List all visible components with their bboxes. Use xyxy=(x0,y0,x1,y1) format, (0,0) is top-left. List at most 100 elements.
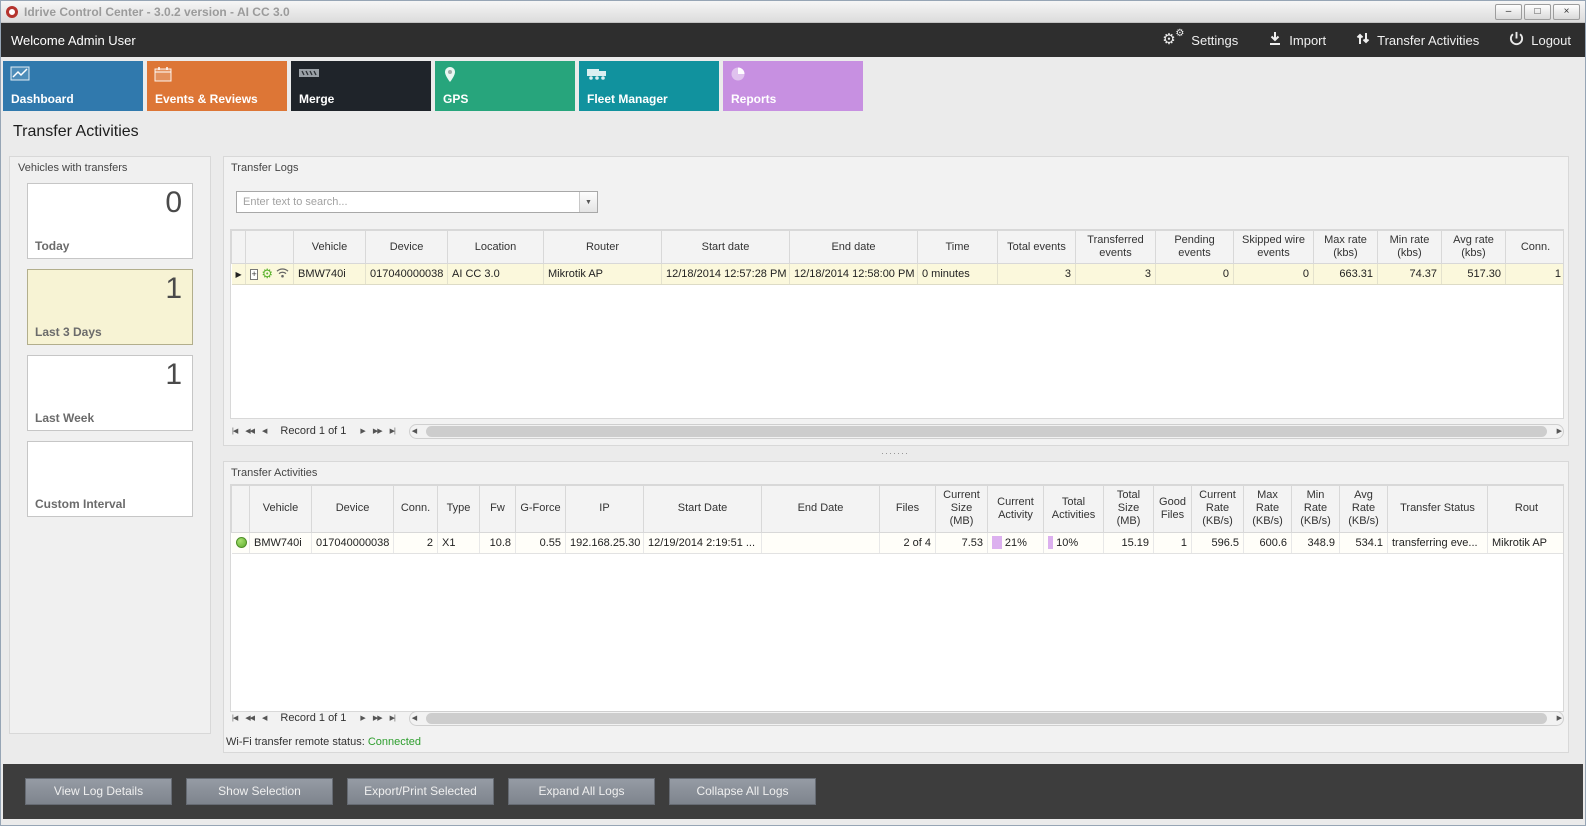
tile-events-reviews[interactable]: Events & Reviews xyxy=(147,61,287,111)
column-header[interactable]: Vehicle xyxy=(294,231,366,264)
cell-start-date: 12/18/2014 12:57:28 PM xyxy=(662,264,790,285)
card-last-3-days[interactable]: 1 Last 3 Days xyxy=(27,269,193,345)
column-header[interactable]: Max rate (kbs) xyxy=(1314,231,1378,264)
tile-label: Events & Reviews xyxy=(155,92,258,106)
prev-record-icon[interactable]: ◀ xyxy=(260,714,268,722)
logout-button[interactable]: Logout xyxy=(1509,31,1571,49)
scroll-right-icon[interactable]: ▶ xyxy=(1555,427,1563,435)
panel-splitter[interactable]: ······· xyxy=(881,448,909,458)
scrollbar-thumb[interactable] xyxy=(426,426,1547,437)
column-header[interactable]: Avg rate (kbs) xyxy=(1442,231,1506,264)
scroll-right-icon[interactable]: ▶ xyxy=(1555,714,1563,722)
next-page-icon[interactable]: ▶▶ xyxy=(371,427,384,435)
minimize-button[interactable]: – xyxy=(1495,4,1522,20)
column-header[interactable]: Start date xyxy=(662,231,790,264)
column-header[interactable]: Total Size (MB) xyxy=(1104,486,1154,533)
search-input[interactable] xyxy=(237,192,579,212)
column-header[interactable]: Total events xyxy=(998,231,1076,264)
next-record-icon[interactable]: ▶ xyxy=(358,714,366,722)
column-header[interactable]: End date xyxy=(790,231,918,264)
cell-gforce: 0.55 xyxy=(516,532,566,553)
column-header[interactable]: IP xyxy=(566,486,644,533)
card-today[interactable]: 0 Today xyxy=(27,183,193,259)
cell-current-rate: 596.5 xyxy=(1192,532,1244,553)
card-custom-interval[interactable]: Custom Interval xyxy=(27,441,193,517)
transfer-activities-button[interactable]: Transfer Activities xyxy=(1356,31,1479,49)
column-header[interactable]: Rout xyxy=(1488,486,1565,533)
column-header[interactable]: Current Activity xyxy=(988,486,1044,533)
cell-transfer-status: transferring eve... xyxy=(1388,532,1488,553)
column-header[interactable]: Min Rate (KB/s) xyxy=(1292,486,1340,533)
collapse-all-logs-button[interactable]: Collapse All Logs xyxy=(669,778,816,805)
tile-dashboard[interactable]: Dashboard xyxy=(3,61,143,111)
column-header[interactable]: Files xyxy=(880,486,936,533)
cell-total-size: 15.19 xyxy=(1104,532,1154,553)
tile-merge[interactable]: Merge xyxy=(291,61,431,111)
table-row[interactable]: ▶ + ⚙ BMW740i 017040000038 AI CC 3.0 Mik… xyxy=(232,264,1565,285)
import-icon xyxy=(1268,31,1282,49)
column-header[interactable]: G-Force xyxy=(516,486,566,533)
wifi-status-value: Connected xyxy=(368,736,421,748)
column-header[interactable]: Good Files xyxy=(1154,486,1192,533)
view-log-details-button[interactable]: View Log Details xyxy=(25,778,172,805)
search-dropdown-button[interactable]: ▼ xyxy=(579,192,597,212)
tile-reports[interactable]: Reports xyxy=(723,61,863,111)
column-header[interactable]: Start Date xyxy=(644,486,762,533)
column-header[interactable]: Device xyxy=(312,486,394,533)
column-header[interactable]: Device xyxy=(366,231,448,264)
cell-vehicle: BMW740i xyxy=(250,532,312,553)
column-header[interactable]: Transfer Status xyxy=(1388,486,1488,533)
transfer-logs-panel: Transfer Logs ▼ V xyxy=(223,156,1569,446)
column-header[interactable]: Current Size (MB) xyxy=(936,486,988,533)
card-last-week[interactable]: 1 Last Week xyxy=(27,355,193,431)
first-record-icon[interactable]: |◀ xyxy=(230,714,239,722)
column-header[interactable]: Skipped wire events xyxy=(1234,231,1314,264)
card-label: Last Week xyxy=(35,411,94,425)
settings-button[interactable]: ⚙ ⚙ Settings xyxy=(1162,31,1238,49)
column-header[interactable]: Fw xyxy=(480,486,516,533)
activities-horizontal-scrollbar[interactable]: ◀ ▶ xyxy=(409,711,1564,726)
tile-fleet-manager[interactable]: Fleet Manager xyxy=(579,61,719,111)
export-print-selected-button[interactable]: Export/Print Selected xyxy=(347,778,494,805)
scrollbar-thumb[interactable] xyxy=(426,713,1547,724)
cell-router: Mikrotik AP xyxy=(1488,532,1565,553)
welcome-bar: Welcome Admin User ⚙ ⚙ Settings Import T xyxy=(1,23,1585,57)
expand-icon[interactable]: + xyxy=(250,269,258,280)
import-button[interactable]: Import xyxy=(1268,31,1326,49)
prev-page-icon[interactable]: ◀◀ xyxy=(243,427,256,435)
last-record-icon[interactable]: ▶| xyxy=(388,427,397,435)
transfer-activities-label: Transfer Activities xyxy=(1377,33,1479,48)
prev-page-icon[interactable]: ◀◀ xyxy=(243,714,256,722)
column-header[interactable]: Type xyxy=(438,486,480,533)
column-header[interactable]: Avg Rate (KB/s) xyxy=(1340,486,1388,533)
column-header[interactable]: Pending events xyxy=(1156,231,1234,264)
column-header[interactable]: Transferred events xyxy=(1076,231,1156,264)
scroll-left-icon[interactable]: ◀ xyxy=(410,714,418,722)
column-header[interactable]: Vehicle xyxy=(250,486,312,533)
column-header[interactable]: Current Rate (KB/s) xyxy=(1192,486,1244,533)
tile-gps[interactable]: GPS xyxy=(435,61,575,111)
column-header[interactable]: Conn. xyxy=(394,486,438,533)
next-page-icon[interactable]: ▶▶ xyxy=(371,714,384,722)
column-header[interactable]: Location xyxy=(448,231,544,264)
last-record-icon[interactable]: ▶| xyxy=(388,714,397,722)
column-header[interactable]: Router xyxy=(544,231,662,264)
pie-chart-icon xyxy=(730,66,746,87)
maximize-button[interactable]: □ xyxy=(1524,4,1551,20)
column-header[interactable]: End Date xyxy=(762,486,880,533)
first-record-icon[interactable]: |◀ xyxy=(230,427,239,435)
scroll-left-icon[interactable]: ◀ xyxy=(410,427,418,435)
column-header[interactable]: Conn. xyxy=(1506,231,1565,264)
prev-record-icon[interactable]: ◀ xyxy=(260,427,268,435)
close-button[interactable]: × xyxy=(1553,4,1580,20)
column-header[interactable]: Max Rate (KB/s) xyxy=(1244,486,1292,533)
column-header[interactable]: Time xyxy=(918,231,998,264)
table-row[interactable]: BMW740i 017040000038 2 X1 10.8 0.55 192.… xyxy=(232,532,1565,553)
next-record-icon[interactable]: ▶ xyxy=(358,427,366,435)
show-selection-button[interactable]: Show Selection xyxy=(186,778,333,805)
column-header[interactable]: Total Activities xyxy=(1044,486,1104,533)
column-header[interactable]: Min rate (kbs) xyxy=(1378,231,1442,264)
cell-ip: 192.168.25.30 xyxy=(566,532,644,553)
expand-all-logs-button[interactable]: Expand All Logs xyxy=(508,778,655,805)
logs-horizontal-scrollbar[interactable]: ◀ ▶ xyxy=(409,424,1564,439)
